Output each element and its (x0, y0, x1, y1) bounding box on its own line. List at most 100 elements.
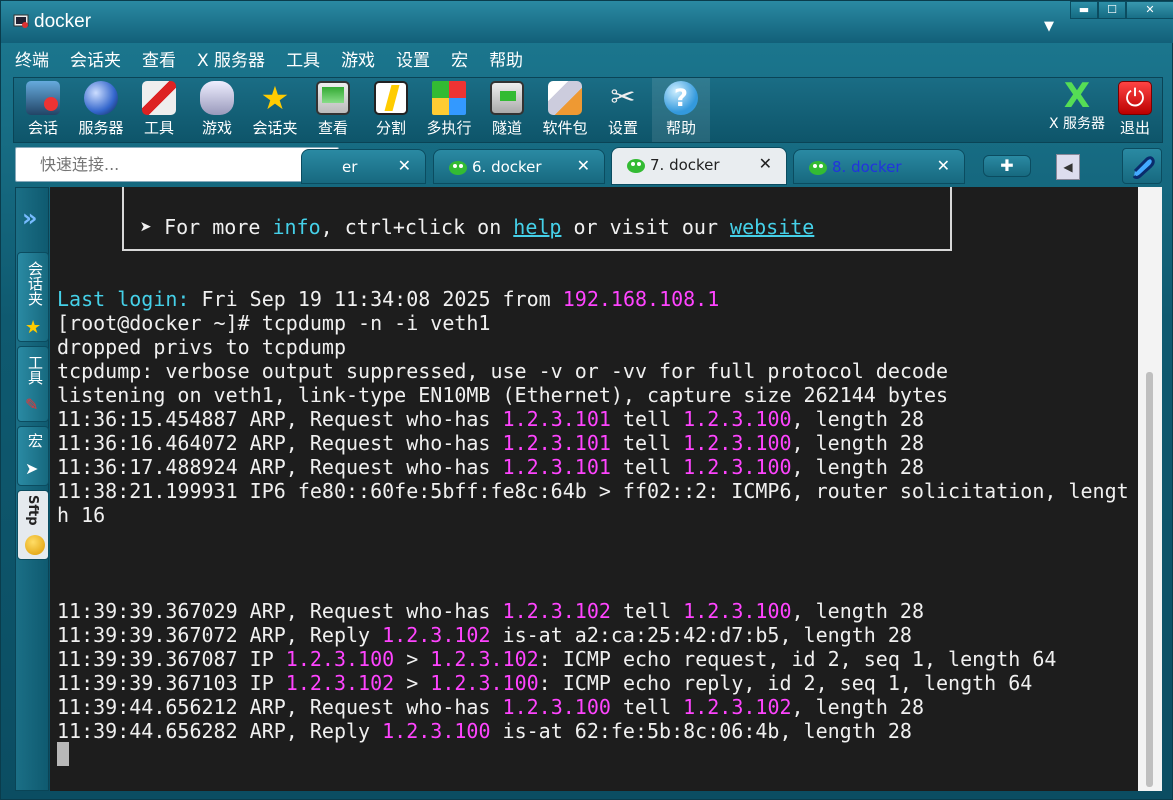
terminal-scrollbar[interactable] (1138, 187, 1162, 791)
xserver-button[interactable]: X X 服务器 (1046, 78, 1108, 142)
side-panel: » 会话夹 ★ 工具 ✎ 宏 ➤ Sftp (15, 187, 49, 791)
output-line: listening on veth1, link-type EN10MB (Et… (57, 383, 949, 407)
session-icon (26, 81, 60, 115)
session-tab-icon (809, 161, 827, 175)
window-title: docker (34, 11, 92, 32)
split-icon (374, 81, 408, 115)
toolbar-tools-button[interactable]: 工具 (130, 78, 188, 142)
close-window-button[interactable]: ✕ (1126, 1, 1173, 19)
side-tab-sftp[interactable]: Sftp (17, 490, 49, 560)
gamepad-icon (200, 81, 234, 115)
toolbar-view-button[interactable]: 查看 (304, 78, 362, 142)
menu-settings[interactable]: 设置 (396, 47, 430, 75)
power-icon: ⏻ (1118, 81, 1152, 115)
last-login-line: Last login: Fri Sep 19 11:34:08 2025 fro… (57, 287, 720, 311)
title-bar: docker ▼ ▬ ☐ ✕ (1, 1, 1173, 43)
tools-icon (142, 81, 176, 115)
chevron-down-icon[interactable]: ▼ (1044, 19, 1054, 34)
toolbar-games-button[interactable]: 游戏 (188, 78, 246, 142)
toolbar-split-button[interactable]: 分割 (362, 78, 420, 142)
toolbar-packages-button[interactable]: 软件包 (536, 78, 594, 142)
close-tab-icon[interactable]: ✕ (759, 154, 772, 173)
toolbar-settings-button[interactable]: ✂ 设置 (594, 78, 652, 142)
app-window: docker ▼ ▬ ☐ ✕ 终端 会话夹 查看 X 服务器 工具 游戏 设置 … (0, 0, 1173, 800)
multi-exec-icon (432, 81, 466, 115)
side-tab-macros[interactable]: 宏 ➤ (17, 426, 49, 486)
toolbar-help-button[interactable]: ? 帮助 (652, 78, 710, 142)
close-tab-icon[interactable]: ✕ (937, 156, 950, 175)
terminal-output[interactable]: ➤ For more info, ctrl+click on help or v… (50, 187, 1138, 791)
tools-icon: ✎ (25, 395, 39, 414)
menu-games[interactable]: 游戏 (341, 47, 375, 75)
help-link[interactable]: help (513, 215, 561, 239)
tab-partial[interactable]: er ✕ (301, 149, 426, 184)
packet-line: 11:38:21.199931 IP6 fe80::60fe:5bff:fe8c… (57, 479, 1129, 503)
output-line: tcpdump: verbose output suppressed, use … (57, 359, 949, 383)
packet-line: h 16 (57, 503, 106, 527)
chevron-left-icon: ◀ (1063, 160, 1073, 174)
toolbar-sessions-button[interactable]: ★ 会话夹 (246, 78, 304, 142)
tunnel-icon (490, 81, 524, 115)
session-tab-icon (627, 159, 645, 173)
toolbar-multiexec-button[interactable]: 多执行 (420, 78, 478, 142)
terminal-cursor (57, 742, 69, 766)
monitor-icon (316, 81, 350, 115)
tab-6-docker[interactable]: 6. docker ✕ (433, 149, 605, 184)
menu-xserver[interactable]: X 服务器 (197, 47, 265, 75)
x-server-icon: X (1063, 76, 1091, 116)
toolbar-tunnel-button[interactable]: 隧道 (478, 78, 536, 142)
scrollbar-thumb[interactable] (1146, 372, 1153, 787)
packet-line: 11:39:44.656212 ARP, Request who-has 1.2… (57, 695, 924, 719)
menu-macros[interactable]: 宏 (451, 47, 468, 75)
output-line: dropped privs to tcpdump (57, 335, 346, 359)
expand-sidebar-button[interactable]: » (17, 190, 49, 248)
website-link[interactable]: website (730, 215, 814, 239)
tab-scroll-left-button[interactable]: ◀ (1056, 154, 1080, 180)
minimize-button[interactable]: ▬ (1070, 1, 1098, 19)
packet-line: 11:36:17.488924 ARP, Request who-has 1.2… (57, 455, 924, 479)
close-tab-icon[interactable]: ✕ (398, 156, 411, 175)
menu-view[interactable]: 查看 (142, 47, 176, 75)
side-tab-sessions[interactable]: 会话夹 ★ (17, 252, 49, 342)
send-icon: ➤ (25, 459, 39, 478)
menu-bar: 终端 会话夹 查看 X 服务器 工具 游戏 设置 宏 帮助 (15, 47, 544, 75)
window-controls: ▬ ☐ ✕ (1070, 1, 1173, 19)
app-icon (13, 14, 29, 28)
attach-tab-button[interactable] (1122, 148, 1162, 184)
session-tab-icon (449, 161, 467, 175)
packet-line: 11:39:39.367087 IP 1.2.3.100 > 1.2.3.102… (57, 647, 1057, 671)
banner-line: ➤ For more info, ctrl+click on help or v… (140, 215, 815, 239)
toolbar: 会话 服务器 工具 游戏 ★ 会话夹 查看 分割 多执行 隧道 软件包 ✂ 设置… (13, 77, 1163, 143)
quick-connect-input[interactable] (16, 148, 338, 181)
toolbar-servers-button[interactable]: 服务器 (72, 78, 130, 142)
exit-button[interactable]: ⏻ 退出 (1106, 78, 1164, 142)
menu-tools[interactable]: 工具 (286, 47, 320, 75)
side-tab-tools[interactable]: 工具 ✎ (17, 346, 49, 422)
prompt-line: [root@docker ~]# tcpdump -n -i veth1 (57, 311, 491, 335)
settings-icon: ✂ (610, 80, 636, 115)
packet-line: 11:36:16.464072 ARP, Request who-has 1.2… (57, 431, 924, 455)
maximize-button[interactable]: ☐ (1098, 1, 1126, 19)
paperclip-icon (1132, 156, 1155, 179)
packet-line: 11:39:39.367029 ARP, Request who-has 1.2… (57, 599, 924, 623)
close-tab-icon[interactable]: ✕ (577, 156, 590, 175)
packet-line: 11:39:44.656282 ARP, Reply 1.2.3.100 is-… (57, 719, 912, 743)
packet-line: 11:36:15.454887 ARP, Request who-has 1.2… (57, 407, 924, 431)
star-icon: ★ (25, 317, 42, 338)
toolbar-session-button[interactable]: 会话 (14, 78, 72, 142)
plus-icon: ✚ (1000, 156, 1014, 175)
star-icon: ★ (260, 79, 290, 117)
sftp-icon (25, 535, 45, 555)
server-globe-icon (84, 81, 118, 115)
menu-help[interactable]: 帮助 (489, 47, 523, 75)
packages-icon (548, 81, 582, 115)
tab-7-docker[interactable]: 7. docker ✕ (611, 147, 787, 185)
menu-terminal[interactable]: 终端 (15, 47, 49, 75)
new-tab-button[interactable]: ✚ (983, 155, 1031, 177)
packet-line: 11:39:39.367072 ARP, Reply 1.2.3.102 is-… (57, 623, 912, 647)
double-chevron-icon: » (22, 204, 38, 232)
menu-sessions[interactable]: 会话夹 (70, 47, 121, 75)
packet-line: 11:39:39.367103 IP 1.2.3.102 > 1.2.3.100… (57, 671, 1033, 695)
quick-connect-box[interactable] (15, 147, 339, 182)
tab-8-docker[interactable]: 8. docker ✕ (793, 149, 965, 184)
